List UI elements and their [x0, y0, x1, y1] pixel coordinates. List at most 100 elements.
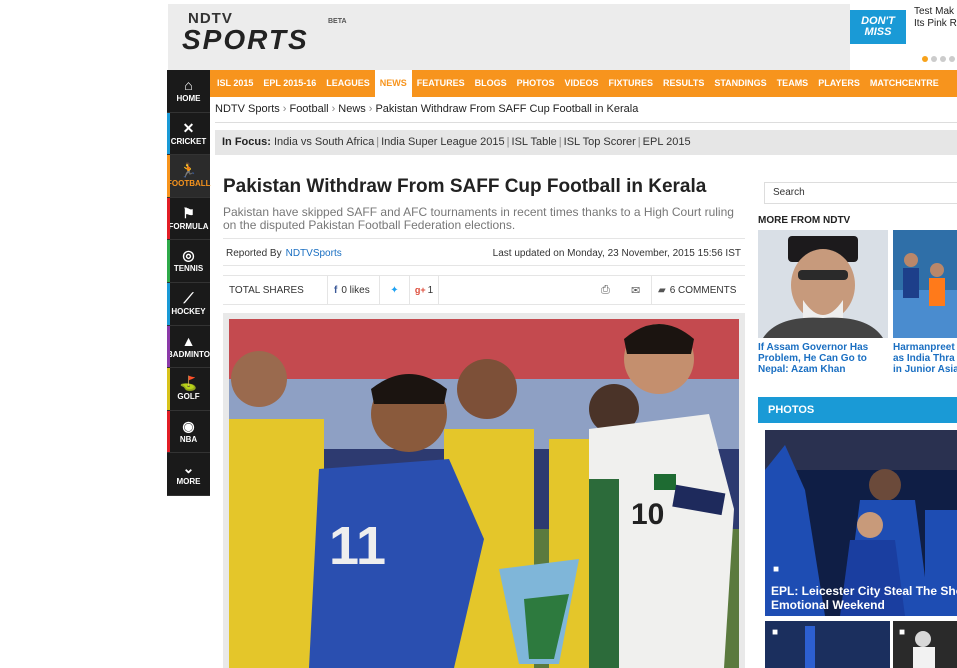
author-link[interactable]: NDTVSports [286, 248, 342, 259]
sidenav-label: HOME [176, 94, 201, 103]
ndtv-sports-logo[interactable]: NDTV SPORTS BETA [182, 8, 352, 60]
sidenav-home[interactable]: ⌂ HOME [167, 70, 210, 113]
focus-link[interactable]: ISL Top Scorer [564, 136, 636, 148]
sidenav-stripe [167, 282, 170, 325]
ad-logo-line2: MISS [864, 26, 892, 38]
photo-gallery-thumbnail[interactable]: ■ [765, 621, 890, 668]
hockey-icon: ⟋ [183, 289, 194, 306]
topnav-photos[interactable]: PHOTOS [512, 70, 560, 97]
carousel-dot[interactable] [940, 56, 946, 62]
focus-separator: | [558, 136, 562, 148]
story-thumbnail[interactable] [893, 230, 957, 338]
topnav-features[interactable]: FEATURES [412, 70, 470, 97]
topnav-results[interactable]: RESULTS [658, 70, 709, 97]
ad-carousel-dots[interactable] [922, 56, 955, 62]
byline: Reported By NDTVSports [226, 248, 342, 259]
camera-icon: ■ [773, 564, 780, 575]
google-plus-icon: g+ [414, 285, 426, 295]
share-bar: TOTAL SHARES f0 likes ✦ g+ 1 ⎙ ✉ ▰ 6 COMME… [223, 275, 745, 305]
svg-text:11: 11 [329, 516, 386, 576]
sidenav-label: TENNIS [173, 264, 204, 274]
carousel-dot[interactable] [931, 56, 937, 62]
hockey-players-photo [893, 230, 957, 338]
focus-separator: | [376, 136, 380, 148]
ad-text[interactable]: Test Mak Its Pink R [914, 6, 957, 30]
likes-count: 0 likes [341, 285, 370, 296]
top-nav: ISL 2015 EPL 2015-16 LEAGUES NEWS FEATUR… [210, 70, 957, 97]
photo-gallery-thumbnail[interactable]: ■ [893, 621, 957, 668]
divider [215, 122, 957, 123]
breadcrumb-ndtv-sports[interactable]: NDTV Sports [215, 103, 280, 115]
cricket-icon: ✕ [182, 119, 195, 136]
golf-icon: ⛳ [179, 375, 198, 392]
carousel-dot[interactable] [949, 56, 955, 62]
print-icon[interactable]: ⎙ [601, 284, 610, 297]
promo-ad[interactable]: DON'T MISS Test Mak Its Pink R [850, 4, 957, 70]
topnav-players[interactable]: PLAYERS [813, 70, 865, 97]
total-shares-label: TOTAL SHARES [229, 285, 304, 296]
focus-link[interactable]: India Super League 2015 [381, 136, 505, 148]
football-icon: 🏃 [179, 162, 198, 179]
story-thumbnail[interactable] [758, 230, 888, 338]
breadcrumb-separator: › [331, 103, 336, 115]
article-hero-image: 11 10 [223, 313, 745, 668]
topnav-standings[interactable]: STANDINGS [709, 70, 771, 97]
page: NDTV SPORTS BETA DON'T MISS Test Mak Its… [0, 0, 957, 668]
focus-link[interactable]: India vs South Africa [274, 136, 374, 148]
chevron-down-icon: ⌄ [182, 460, 195, 477]
in-focus-label: In Focus: [222, 136, 271, 148]
topnav-leagues[interactable]: LEAGUES [321, 70, 375, 97]
facebook-share-button[interactable]: f0 likes [327, 276, 370, 305]
topnav-matchcentre[interactable]: MATCHCENTRE [865, 70, 944, 97]
article-title: Pakistan Withdraw From SAFF Cup Football… [223, 176, 707, 197]
sidenav-nba[interactable]: ◉ NBA [167, 410, 210, 454]
story-link[interactable]: Harmanpreet as India Thra in Junior Asia [893, 342, 957, 375]
hero-photo-illustration: 11 10 [229, 319, 739, 668]
topnav-epl[interactable]: EPL 2015-16 [258, 70, 321, 97]
topnav-fixtures[interactable]: FIXTURES [603, 70, 658, 97]
photo-caption-line: EPL: Leicester City Steal The Show [771, 584, 957, 598]
badminton-icon: ▲ [181, 332, 196, 349]
sidenav-tennis[interactable]: ◎ TENNIS [167, 240, 210, 283]
topnav-blogs[interactable]: BLOGS [470, 70, 512, 97]
sidenav-golf[interactable]: ⛳ GOLF [167, 368, 210, 411]
sidenav-hockey[interactable]: ⟋ HOCKEY [167, 282, 210, 326]
sidenav-cricket[interactable]: ✕ CRICKET [167, 112, 210, 156]
email-icon[interactable]: ✉ [631, 284, 640, 297]
breadcrumb: NDTV Sports › Football › News › Pakistan Withd… [215, 103, 638, 115]
comments-button[interactable]: ▰ 6 COMMENTS [651, 276, 736, 305]
gplus-count: 1 [427, 285, 434, 296]
focus-separator: | [637, 136, 641, 148]
sidenav-label: CRICKET [170, 136, 207, 146]
breadcrumb-football[interactable]: Football [289, 103, 328, 115]
sidenav-badminton[interactable]: ▲ BADMINTO [167, 325, 210, 369]
last-updated: Last updated on Monday, 23 November, 201… [492, 248, 741, 259]
sidenav-more[interactable]: ⌄ MORE [167, 453, 210, 496]
ad-text-line2: Its Pink R [914, 18, 957, 29]
breadcrumb-current: Pakistan Withdraw From SAFF Cup Football… [375, 103, 639, 115]
carousel-dot[interactable] [922, 56, 928, 62]
story-link[interactable]: If Assam Governor Has Problem, He Can Go… [758, 342, 888, 375]
sidenav-football[interactable]: 🏃 FOOTBALL [167, 155, 211, 198]
topnav-news[interactable]: NEWS [374, 70, 412, 97]
photos-section-header[interactable]: PHOTOS [758, 397, 957, 423]
sidenav-stripe [167, 240, 170, 282]
google-plus-share-button[interactable]: g+ 1 [409, 276, 439, 305]
search-input[interactable]: Search [764, 182, 957, 204]
sidenav-stripe [167, 155, 170, 197]
home-icon: ⌂ [184, 77, 193, 93]
more-from-ndtv-heading: MORE FROM NDTV [758, 215, 851, 226]
topnav-isl-2015[interactable]: ISL 2015 [212, 70, 258, 97]
topnav-teams[interactable]: TEAMS [772, 70, 814, 97]
topnav-videos[interactable]: VIDEOS [559, 70, 603, 97]
dont-miss-logo: DON'T MISS [850, 10, 906, 44]
focus-link[interactable]: EPL 2015 [643, 136, 691, 148]
photo-caption[interactable]: EPL: Leicester City Steal The Show Emoti… [771, 584, 957, 612]
sidenav-formula[interactable]: ⚑ FORMULA [167, 197, 210, 241]
twitter-share-button[interactable]: ✦ [379, 276, 409, 305]
sidenav-stripe [167, 368, 170, 410]
focus-link[interactable]: ISL Table [512, 136, 557, 148]
twitter-icon: ✦ [390, 285, 399, 296]
breadcrumb-news[interactable]: News [338, 103, 366, 115]
sidenav-stripe [167, 112, 170, 155]
